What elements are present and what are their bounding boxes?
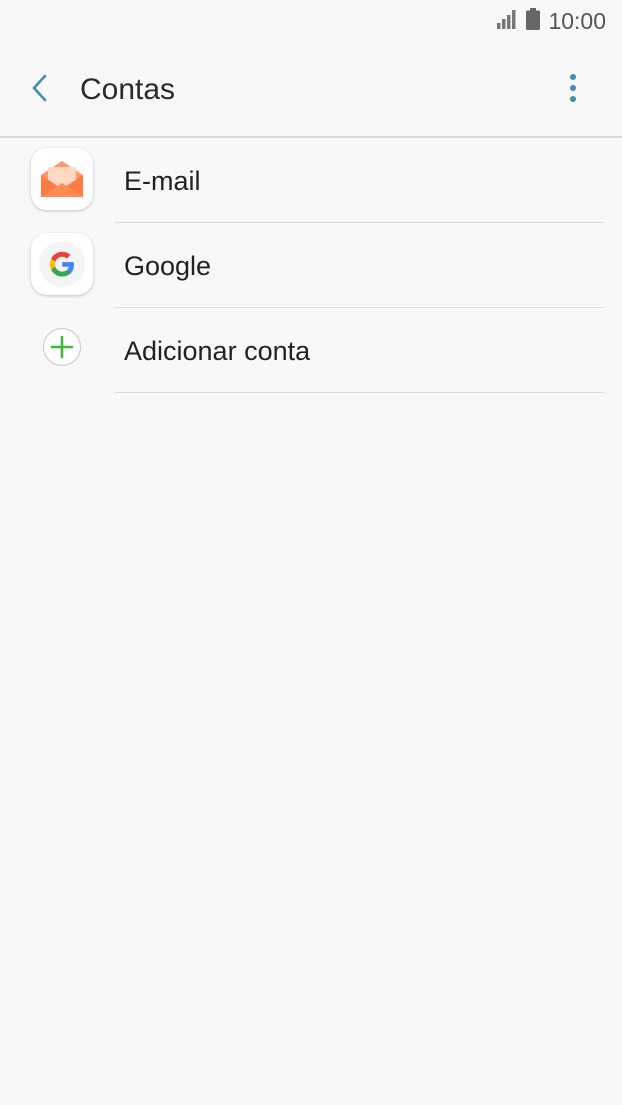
add-icon-wrap	[30, 317, 94, 381]
google-app-icon-wrap	[30, 232, 94, 296]
add-account-label: Adicionar conta	[124, 336, 311, 366]
more-vert-icon	[569, 73, 577, 108]
account-item-email[interactable]: E-mail	[0, 138, 622, 223]
account-label: E-mail	[124, 166, 201, 196]
status-indicators: 10:00	[496, 8, 606, 35]
email-icon	[31, 148, 93, 210]
add-circle-icon	[42, 327, 82, 372]
signal-icon	[496, 9, 518, 34]
more-options-button[interactable]	[558, 72, 588, 108]
battery-icon	[526, 8, 541, 35]
status-time: 10:00	[548, 8, 606, 34]
back-button[interactable]	[22, 72, 58, 108]
divider	[115, 392, 604, 393]
action-bar: Contas	[0, 44, 622, 138]
account-label: Google	[124, 251, 212, 281]
back-arrow-icon	[30, 73, 50, 108]
google-icon	[31, 233, 93, 295]
status-bar: 10:00	[0, 0, 622, 44]
email-app-icon-wrap	[30, 147, 94, 211]
add-account-item[interactable]: Adicionar conta	[0, 308, 622, 393]
accounts-screen: 10:00 Contas E-mail Google Adicionar con…	[0, 0, 622, 1105]
page-title: Contas	[80, 73, 176, 106]
account-item-google[interactable]: Google	[0, 223, 622, 308]
accounts-list: E-mail Google Adicionar conta	[0, 138, 622, 393]
